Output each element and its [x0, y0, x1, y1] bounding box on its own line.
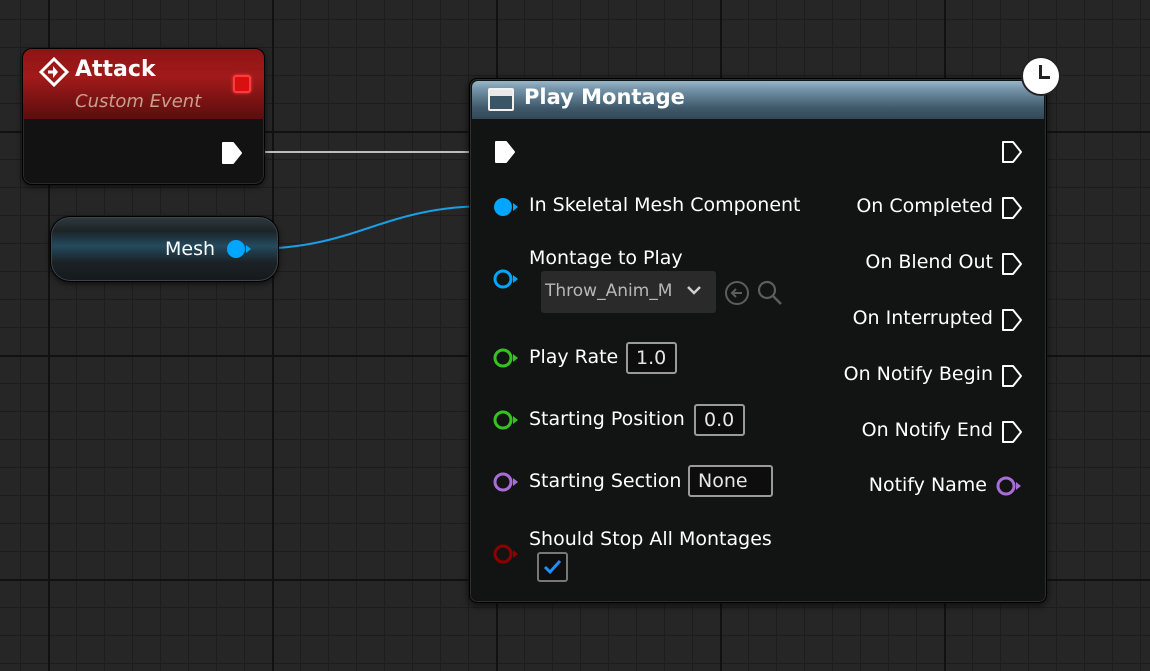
checkmark-icon — [543, 559, 562, 575]
montage-input-label: Montage to Play — [529, 247, 683, 269]
event-exec-out-pin[interactable] — [221, 141, 243, 165]
notify-name-output-pin[interactable] — [996, 475, 1022, 497]
montage-asset-value: Throw_Anim_M — [545, 281, 673, 301]
mesh-variable-node[interactable]: Mesh — [50, 216, 279, 282]
starting-section-input-pin[interactable] — [493, 471, 519, 493]
mesh-output-pin[interactable] — [226, 238, 252, 260]
use-selected-asset-icon[interactable] — [724, 280, 750, 306]
play-montage-title: Play Montage — [524, 85, 685, 109]
starting-section-label: Starting Section — [529, 470, 682, 492]
montage-input-pin[interactable] — [493, 268, 519, 290]
on-notify-end-pin[interactable] — [1001, 420, 1023, 444]
on-notify-begin-pin[interactable] — [1001, 364, 1023, 388]
mesh-wire — [249, 205, 491, 250]
mesh-variable-label: Mesh — [165, 238, 216, 260]
starting-position-input[interactable]: 0.0 — [694, 404, 745, 436]
skeletal-mesh-input-label: In Skeletal Mesh Component — [529, 194, 801, 216]
on-completed-pin[interactable] — [1001, 196, 1023, 220]
on-notify-begin-label: On Notify Begin — [843, 363, 993, 385]
play-montage-header[interactable]: Play Montage — [472, 81, 1044, 119]
stop-all-montages-checkbox[interactable] — [537, 552, 568, 582]
on-interrupted-label: On Interrupted — [852, 307, 993, 329]
on-completed-label: On Completed — [856, 195, 993, 217]
play-montage-node[interactable]: Play Montage — [469, 78, 1047, 603]
stop-icon — [233, 75, 251, 93]
starting-section-input[interactable]: None — [688, 465, 773, 497]
on-blend-out-label: On Blend Out — [865, 251, 993, 273]
on-notify-end-label: On Notify End — [861, 419, 993, 441]
custom-event-node[interactable]: Attack Custom Event — [22, 48, 265, 185]
notify-name-label: Notify Name — [868, 474, 987, 496]
starting-position-label: Starting Position — [529, 408, 685, 430]
play-rate-label: Play Rate — [529, 346, 619, 368]
event-icon — [39, 57, 69, 87]
dropdown-chevron-icon — [687, 286, 701, 295]
stop-all-montages-label: Should Stop All Montages — [529, 528, 772, 550]
exec-input-pin[interactable] — [494, 140, 516, 164]
play-rate-input[interactable]: 1.0 — [626, 342, 677, 374]
event-node-subtitle: Custom Event — [75, 91, 202, 112]
stop-all-montages-input-pin[interactable] — [493, 543, 519, 565]
clock-icon — [1021, 56, 1061, 96]
event-node-title: Attack — [75, 57, 156, 82]
exec-output-pin[interactable] — [1001, 140, 1023, 164]
play-rate-input-pin[interactable] — [493, 347, 519, 369]
browse-asset-icon[interactable] — [756, 279, 784, 307]
function-icon — [488, 88, 514, 111]
on-blend-out-pin[interactable] — [1001, 252, 1023, 276]
skeletal-mesh-input-pin[interactable] — [493, 196, 519, 218]
montage-asset-dropdown[interactable]: Throw_Anim_M — [541, 271, 716, 313]
starting-position-input-pin[interactable] — [493, 409, 519, 431]
on-interrupted-pin[interactable] — [1001, 308, 1023, 332]
